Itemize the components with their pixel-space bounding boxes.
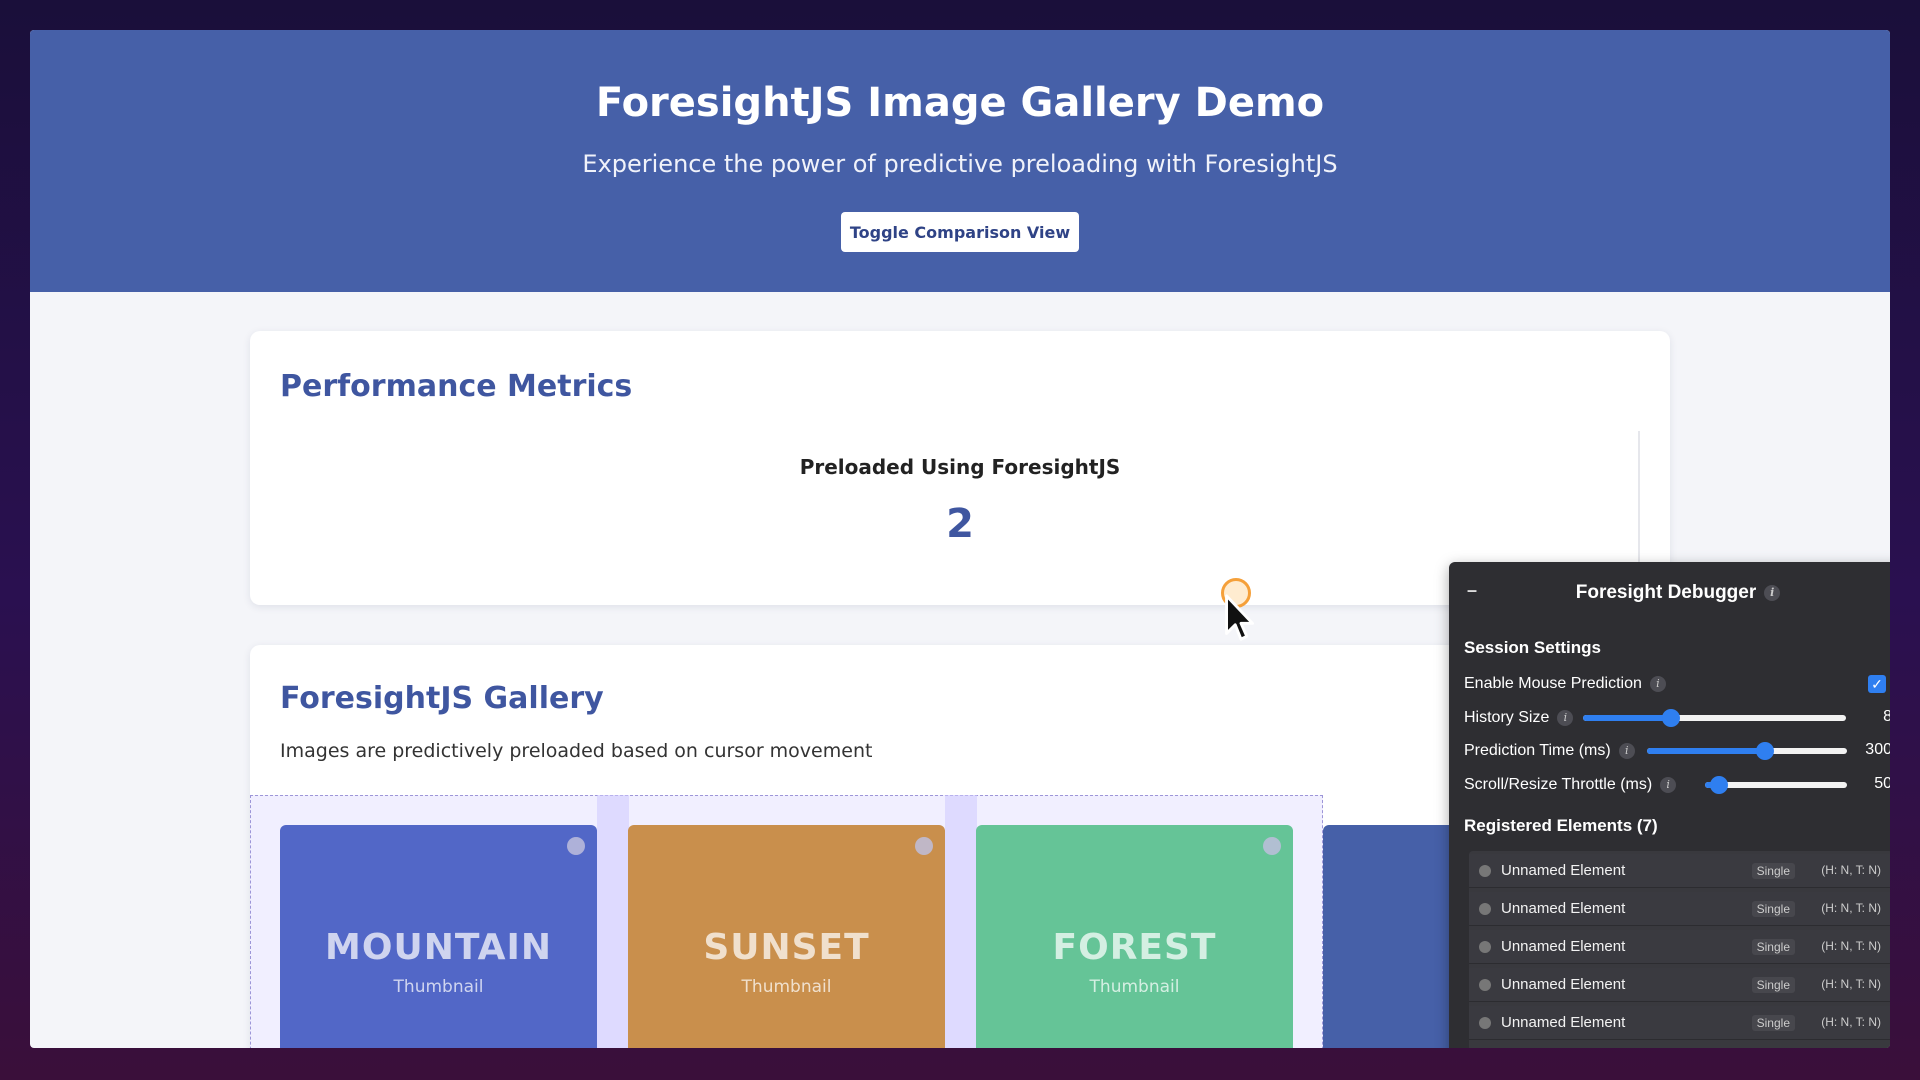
debugger-title-row: Foresight Debugger i (1449, 582, 1890, 604)
preload-status-dot (915, 837, 933, 855)
setting-label: Enable Mouse Prediction (1464, 675, 1642, 692)
prediction-time-slider[interactable] (1647, 742, 1847, 760)
element-status: (H: N, T: N) (1821, 863, 1881, 877)
history-size-slider[interactable] (1583, 709, 1846, 727)
setting-throttle: Scroll/Resize Throttle (ms) i 50 (1464, 773, 1890, 797)
element-status-dot (1479, 864, 1491, 877)
hit-zone-gap (597, 795, 629, 1048)
element-type-badge: Single (1751, 901, 1795, 917)
info-icon[interactable]: i (1649, 676, 1666, 692)
setting-value: 300 (1865, 741, 1890, 758)
thumbnail-subtitle: Thumbnail (741, 977, 832, 997)
preloaded-label: Preloaded Using ForesightJS (799, 455, 1121, 479)
info-icon[interactable]: i (1557, 710, 1574, 726)
mouse-cursor-icon (1225, 594, 1254, 641)
element-name: Unnamed Element (1501, 862, 1626, 879)
slider-handle[interactable] (1661, 709, 1680, 727)
thumbnail-title: MOUNTAIN (325, 927, 552, 968)
preloaded-count: 2 (946, 501, 974, 547)
page-header: ForesightJS Image Gallery Demo Experienc… (30, 30, 1890, 292)
thumbnail-subtitle: Thumbnail (393, 977, 484, 997)
list-item[interactable]: Unnamed Element Single (H: N, T: N) (1469, 854, 1890, 888)
gallery-title: ForesightJS Gallery (280, 681, 604, 716)
element-name: Unnamed Element (1501, 900, 1626, 917)
debugger-title: Foresight Debugger (1575, 582, 1757, 603)
metrics-title: Performance Metrics (280, 369, 633, 404)
page-subtitle: Experience the power of predictive prelo… (582, 150, 1338, 178)
slider-fill (1583, 715, 1671, 721)
info-icon[interactable]: i (1764, 584, 1781, 601)
element-status-dot (1479, 902, 1491, 915)
list-item[interactable]: Unnamed Element Single (H: N, T: N) (1469, 968, 1890, 1002)
thumbnail-subtitle: Thumbnail (1089, 977, 1180, 997)
element-status-dot (1479, 1016, 1491, 1029)
slider-handle[interactable] (1710, 776, 1729, 794)
registered-elements-list: Unnamed Element Single (H: N, T: N) Unna… (1469, 851, 1890, 1048)
foresight-debugger-panel: – Foresight Debugger i Session Settings E… (1449, 562, 1890, 1048)
setting-label: Scroll/Resize Throttle (ms) (1464, 776, 1653, 793)
preload-status-dot (1263, 837, 1281, 855)
element-status: (H: N, T: N) (1821, 901, 1881, 915)
setting-prediction-time: Prediction Time (ms) i 300 (1464, 739, 1890, 763)
info-icon[interactable]: i (1618, 743, 1635, 759)
element-status-dot (1479, 978, 1491, 991)
throttle-slider[interactable] (1705, 776, 1847, 794)
element-status: (H: N, T: N) (1821, 977, 1881, 991)
setting-history-size: History Size i 8 (1464, 706, 1890, 730)
element-type-badge: Single (1751, 977, 1795, 993)
mouse-prediction-checkbox[interactable]: ✓ (1868, 675, 1886, 693)
thumbnail-title: SUNSET (703, 927, 870, 968)
session-settings-title: Session Settings (1464, 638, 1601, 657)
toggle-comparison-button[interactable]: Toggle Comparison View (841, 212, 1079, 252)
list-item[interactable]: Unnamed Element Single (H: N, T: N) (1469, 892, 1890, 926)
registered-elements-title: Registered Elements (7) (1464, 816, 1658, 835)
setting-label: History Size (1464, 709, 1550, 726)
setting-value: 50 (1874, 775, 1890, 792)
element-name: Unnamed Element (1501, 938, 1626, 955)
element-type-badge: Single (1751, 939, 1795, 955)
element-type-badge: Single (1751, 1015, 1795, 1031)
browser-viewport: ForesightJS Image Gallery Demo Experienc… (30, 30, 1890, 1048)
thumbnail-title: FOREST (1052, 927, 1217, 968)
page-title: ForesightJS Image Gallery Demo (595, 80, 1325, 126)
element-status: (H: N, T: N) (1821, 1015, 1881, 1029)
preload-status-dot (567, 837, 585, 855)
setting-mouse-prediction: Enable Mouse Prediction i ✓ (1464, 672, 1890, 696)
setting-label: Prediction Time (ms) (1464, 742, 1611, 759)
element-name: Unnamed Element (1501, 976, 1626, 993)
setting-value: 8 (1883, 708, 1890, 725)
list-item[interactable]: Unnamed Element Single (H: N, T: N) (1469, 930, 1890, 964)
gallery-description: Images are predictively preloaded based … (280, 740, 873, 762)
element-name: Unnamed Element (1501, 1014, 1626, 1031)
element-status-dot (1479, 940, 1491, 953)
element-status: (H: N, T: N) (1821, 939, 1881, 953)
thumbnail-mountain[interactable]: MOUNTAIN Thumbnail (280, 825, 597, 1048)
thumbnail-forest[interactable]: FOREST Thumbnail (976, 825, 1293, 1048)
hit-zone-gap (945, 795, 977, 1048)
info-icon[interactable]: i (1660, 777, 1677, 793)
element-type-badge: Single (1751, 863, 1795, 879)
slider-fill (1647, 748, 1766, 754)
list-item[interactable]: Unnamed Element Single (H: N, T: N) (1469, 1006, 1890, 1040)
slider-handle[interactable] (1756, 742, 1775, 760)
thumbnail-sunset[interactable]: SUNSET Thumbnail (628, 825, 945, 1048)
metrics-divider (1638, 431, 1640, 571)
